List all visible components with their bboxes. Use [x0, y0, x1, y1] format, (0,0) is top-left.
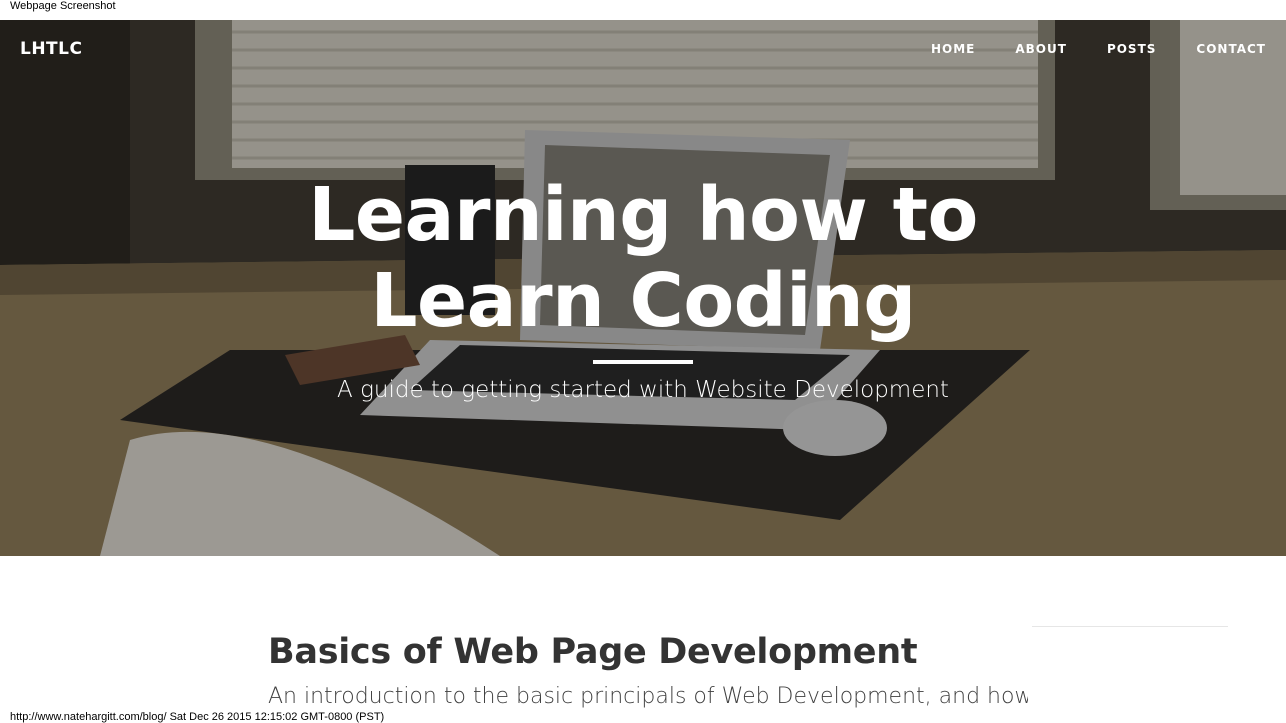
hero-title-line-1: Learning how to	[308, 172, 978, 258]
hero-title-line-2: Learn Coding	[370, 258, 916, 344]
screenshot-caption: Webpage Screenshot	[10, 0, 116, 12]
page-url-timestamp: http://www.natehargitt.com/blog/ Sat Dec…	[10, 711, 385, 723]
hero-subtitle: A guide to getting started with Website …	[337, 377, 949, 403]
sidebar-divider	[1032, 626, 1228, 627]
nav-about[interactable]: ABOUT	[1015, 42, 1067, 56]
nav-posts[interactable]: POSTS	[1107, 42, 1156, 56]
hero-header: LHTLC HOME ABOUT POSTS CONTACT Learning …	[0, 20, 1286, 556]
hero-divider	[593, 360, 693, 364]
nav-home[interactable]: HOME	[931, 42, 975, 56]
main-nav: HOME ABOUT POSTS CONTACT	[891, 42, 1266, 56]
nav-contact[interactable]: CONTACT	[1196, 42, 1266, 56]
hero-title: Learning how to Learn Coding	[0, 172, 1286, 344]
brand-logo-link[interactable]: LHTLC	[20, 39, 82, 59]
post-subtitle: An introduction to the basic principals …	[268, 684, 1028, 709]
post-title-link[interactable]: Basics of Web Page Development	[268, 632, 918, 672]
